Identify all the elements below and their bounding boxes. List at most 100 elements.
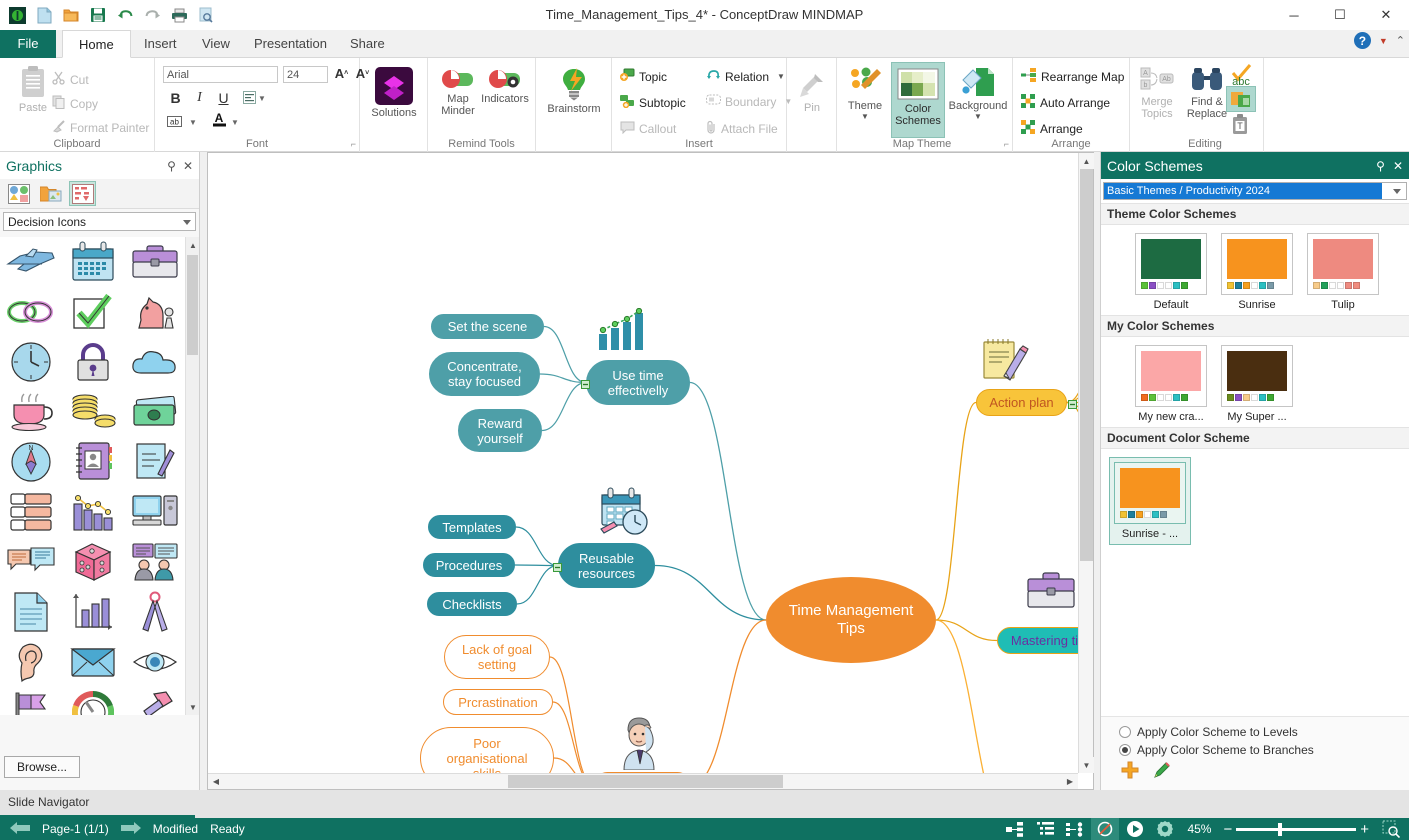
scroll-down-icon[interactable]: ▼ [1079, 757, 1094, 773]
map-minder-button[interactable]: Map Minder [431, 67, 485, 117]
browse-button[interactable]: Browse... [4, 756, 80, 778]
bar-line-chart-icon[interactable] [62, 487, 124, 537]
scrollbar-thumb[interactable] [1080, 169, 1093, 561]
tab-home[interactable]: Home [62, 30, 131, 58]
chat-bubbles-icon[interactable] [0, 537, 62, 587]
color-scheme-swatch[interactable]: Tulip [1307, 233, 1379, 311]
graphics-scrollbar[interactable]: ▲ ▼ [185, 237, 199, 715]
chevron-down-icon[interactable]: ▼ [777, 72, 785, 81]
text-color-button[interactable]: A [210, 110, 229, 129]
font-family-select[interactable]: Arial [163, 66, 278, 83]
map-theme-dialog-launcher[interactable]: ⌐ [1004, 139, 1009, 149]
graphics-library-select[interactable]: Decision Icons [3, 212, 196, 231]
auto-arrange-button[interactable]: Auto Arrange [1021, 94, 1110, 111]
pencil-icon[interactable] [1153, 761, 1171, 782]
ear-icon[interactable] [0, 637, 62, 687]
close-button[interactable]: ✕ [1363, 0, 1409, 30]
tab-share[interactable]: Share [334, 30, 401, 58]
solutions-button[interactable]: Solutions [367, 67, 421, 119]
apply-to-branches-option[interactable]: Apply Color Scheme to Branches [1119, 743, 1409, 757]
gauge-icon[interactable] [62, 687, 124, 715]
arrange-button[interactable]: Arrange [1021, 120, 1083, 137]
radio-levels[interactable] [1119, 726, 1131, 738]
hide-view-icon[interactable] [1091, 818, 1120, 840]
chess-pieces-icon[interactable] [124, 287, 186, 337]
topic-button[interactable]: Topic [620, 68, 667, 85]
scroll-down-icon[interactable]: ▼ [186, 699, 200, 715]
swatch-card[interactable] [1135, 345, 1207, 407]
font-dialog-launcher[interactable]: ⌐ [351, 139, 356, 149]
plus-icon[interactable] [1121, 761, 1139, 782]
folder-image-icon[interactable] [37, 181, 64, 206]
gavel-icon[interactable] [124, 687, 186, 715]
envelope-icon[interactable] [62, 637, 124, 687]
briefcase-icon[interactable] [124, 237, 186, 287]
padlock-icon[interactable] [62, 337, 124, 387]
subtopic[interactable]: Checklists [427, 592, 517, 616]
apply-to-levels-option[interactable]: Apply Color Scheme to Levels [1119, 725, 1409, 739]
scroll-up-icon[interactable]: ▲ [1079, 153, 1094, 169]
clipboard-text-button[interactable]: T [1230, 114, 1250, 139]
canvas-horizontal-scrollbar[interactable]: ◀ ▶ [208, 773, 1078, 789]
minimize-button[interactable]: ─ [1271, 0, 1317, 30]
zoom-out-button[interactable]: − [1223, 821, 1232, 838]
chain-links-icon[interactable] [0, 287, 62, 337]
subtopic[interactable]: Poor organisational skills [420, 727, 554, 773]
zoom-slider-thumb[interactable] [1278, 822, 1283, 836]
subtopic[interactable]: Reward yourself [458, 409, 542, 452]
coffee-cup-icon[interactable] [0, 387, 62, 437]
rearrange-map-button[interactable]: Rearrange Map [1021, 68, 1124, 85]
calendar-icon[interactable] [62, 237, 124, 287]
subtopic[interactable]: Templates [428, 515, 516, 539]
help-icon[interactable]: ? [1353, 32, 1371, 49]
subtopic[interactable]: Concentrate, stay focused [429, 352, 540, 396]
gear-icon[interactable] [1151, 818, 1179, 840]
collapse-ribbon-icon[interactable]: ⌃ [1396, 34, 1405, 47]
chevron-down-icon[interactable]: ▼ [1379, 36, 1388, 46]
stacked-layers-icon[interactable] [0, 487, 62, 537]
scroll-right-icon[interactable]: ▶ [1062, 774, 1078, 789]
highlight-dropdown-icon[interactable]: ▼ [189, 118, 197, 127]
canvas-vertical-scrollbar[interactable]: ▲ ▼ [1078, 153, 1094, 773]
arrow-right-icon[interactable] [120, 821, 141, 837]
bold-button[interactable]: B [166, 88, 185, 107]
scroll-up-icon[interactable]: ▲ [186, 237, 200, 253]
relation-button[interactable]: Relation ▼ [706, 68, 785, 85]
collapse-marker[interactable] [1068, 398, 1077, 409]
close-icon[interactable]: ✕ [183, 159, 193, 173]
chevron-down-icon[interactable]: ▼ [974, 112, 982, 121]
compass-divider-icon[interactable] [124, 587, 186, 637]
theme-button[interactable]: Theme ▼ [838, 66, 892, 121]
tab-presentation[interactable]: Presentation [238, 30, 343, 58]
boundary-button[interactable]: Boundary ▼ [706, 94, 792, 109]
theme-set-select[interactable]: Basic Themes / Productivity 2024 [1103, 182, 1407, 200]
library-grid-icon[interactable] [5, 181, 32, 206]
color-scheme-swatch[interactable]: Default [1135, 233, 1207, 311]
maximize-button[interactable]: ☐ [1317, 0, 1363, 30]
copy-button[interactable]: Copy [52, 95, 98, 112]
tab-view[interactable]: View [186, 30, 246, 58]
clock-icon[interactable] [0, 337, 62, 387]
topic-action-plan[interactable]: Action plan [976, 389, 1067, 416]
scrollbar-thumb[interactable] [187, 255, 198, 355]
mindmap-canvas[interactable]: Time Management Tips Use time effectivell… [208, 153, 1078, 773]
bar-graph-icon[interactable] [62, 587, 124, 637]
desktop-computer-icon[interactable] [124, 487, 186, 537]
underline-button[interactable]: U [214, 88, 233, 107]
document-scheme-selected[interactable]: Sunrise - ... [1109, 457, 1191, 545]
subtopic-button[interactable]: Subtopic [620, 94, 686, 111]
merge-topics-button[interactable]: Ab Ab Merge Topics [1130, 66, 1184, 120]
zoom-slider[interactable] [1236, 822, 1357, 836]
callout-button[interactable]: Callout [620, 120, 676, 137]
text-color-dropdown-icon[interactable]: ▼ [231, 118, 239, 127]
compass-icon[interactable]: N [0, 437, 62, 487]
scrollbar-thumb[interactable] [508, 775, 783, 788]
flag-icon[interactable] [0, 687, 62, 715]
grow-font-button[interactable]: A ˄ [332, 64, 351, 83]
italic-button[interactable]: I [190, 88, 209, 107]
cloud-icon[interactable] [124, 337, 186, 387]
address-book-icon[interactable] [62, 437, 124, 487]
cut-button[interactable]: Cut [52, 71, 89, 88]
close-icon[interactable]: ✕ [1393, 159, 1403, 173]
swatch-card[interactable] [1307, 233, 1379, 295]
